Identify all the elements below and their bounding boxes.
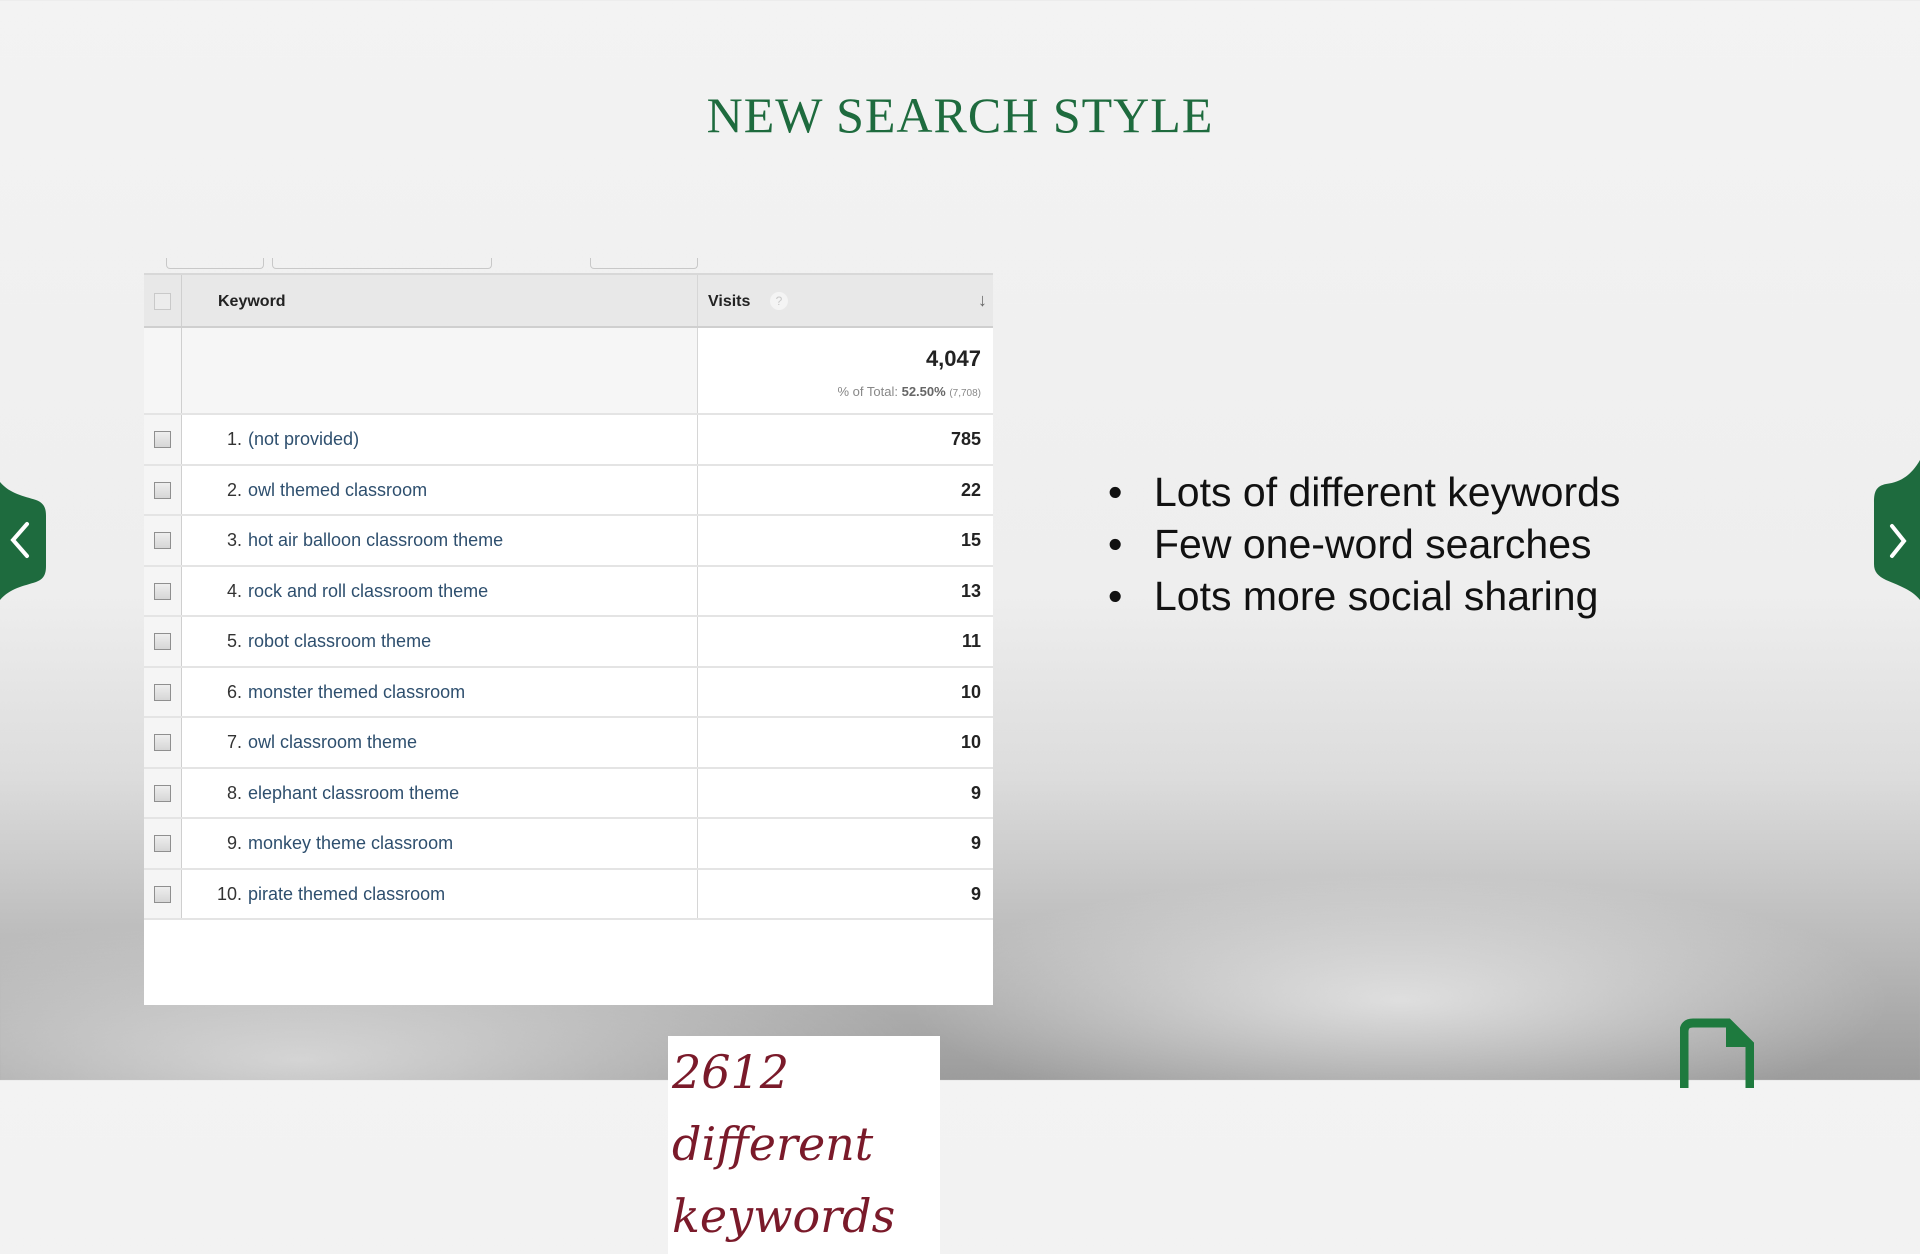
total-visits: 4,047 [925, 346, 981, 371]
visits-value: 15 [960, 530, 981, 550]
keyword-link[interactable]: hot air balloon classroom theme [248, 530, 503, 551]
document-icon[interactable] [1679, 1018, 1755, 1088]
handwritten-note: 2612 different keywords [668, 1036, 940, 1254]
table-row: 8. elephant classroom theme 9 [144, 768, 993, 819]
site-total: (7,708) [949, 388, 981, 399]
next-slide-button[interactable] [1864, 460, 1920, 600]
keyword-link[interactable]: monster themed classroom [248, 682, 465, 703]
table-row: 1. (not provided) 785 [144, 415, 993, 466]
percent-label: % of Total: [837, 384, 902, 399]
keyword-column-header[interactable]: Keyword [218, 293, 286, 311]
bullet-item: • Lots of different keywords [1108, 466, 1620, 518]
visits-value: 10 [960, 732, 981, 752]
tab-stub [272, 258, 492, 269]
row-checkbox[interactable] [154, 734, 171, 751]
chevron-right-icon [1874, 460, 1920, 600]
keyword-link[interactable]: pirate themed classroom [248, 884, 445, 905]
bullet-item: • Lots more social sharing [1108, 570, 1620, 622]
note-line: 2612 [672, 1045, 790, 1099]
row-checkbox[interactable] [154, 683, 171, 701]
table-row: 7. owl classroom theme 10 [144, 718, 993, 769]
row-checkbox[interactable] [154, 784, 171, 802]
table-row: 4. rock and roll classroom theme 13 [144, 566, 993, 617]
previous-slide-button[interactable] [0, 482, 46, 600]
visits-value: 10 [960, 681, 981, 702]
row-rank: 6. [226, 681, 242, 702]
tab-stub [166, 258, 264, 269]
percent-of-total: % of Total: 52.50% (7,708) [838, 384, 981, 399]
visits-value: 9 [970, 833, 981, 853]
keyword-link[interactable]: monkey theme classroom [248, 833, 453, 854]
row-rank: 1. [226, 429, 242, 449]
bullet-text: Few one-word searches [1154, 521, 1592, 567]
bullet-text: Lots of different keywords [1154, 469, 1621, 515]
row-checkbox[interactable] [154, 481, 171, 499]
keyword-link[interactable]: elephant classroom theme [248, 783, 459, 804]
bullet-marker: • [1108, 469, 1123, 515]
table-row: 6. monster themed classroom 10 [144, 667, 993, 718]
bullet-marker: • [1108, 521, 1123, 567]
keyword-link[interactable]: owl themed classroom [248, 480, 427, 501]
visits-value: 22 [960, 479, 981, 500]
row-checkbox[interactable] [154, 582, 171, 600]
row-rank: 8. [226, 782, 242, 803]
visits-value: 785 [950, 429, 981, 449]
slide-title: NEW SEARCH STYLE [706, 87, 1214, 143]
row-checkbox[interactable] [154, 431, 171, 448]
bullet-item: • Few one-word searches [1108, 518, 1620, 570]
row-rank: 5. [226, 631, 242, 651]
row-rank: 9. [226, 833, 242, 853]
table-row: 5. robot classroom theme 11 [144, 617, 993, 668]
table-row: 9. monkey theme classroom 9 [144, 819, 993, 870]
row-rank: 4. [226, 580, 242, 601]
visits-value: 9 [970, 782, 981, 803]
help-icon[interactable]: ? [770, 292, 788, 310]
table-header: Keyword Visits ? ↓ [144, 273, 993, 328]
row-rank: 3. [226, 530, 242, 550]
row-rank: 7. [226, 732, 242, 752]
keyword-link[interactable]: owl classroom theme [248, 732, 417, 753]
keyword-table: Keyword Visits ? ↓ 4,047 % of Total: 52.… [144, 273, 993, 1254]
keyword-link[interactable]: robot classroom theme [248, 631, 431, 652]
table-row: 2. owl themed classroom 22 [144, 465, 993, 516]
bullet-marker: • [1108, 573, 1123, 619]
note-line: keywords [672, 1189, 896, 1243]
percent-value: 52.50% [901, 384, 946, 399]
row-checkbox[interactable] [154, 835, 171, 852]
row-checkbox[interactable] [154, 532, 171, 549]
bullet-list: • Lots of different keywords • Few one-wor… [1108, 466, 1620, 622]
visits-value: 13 [960, 580, 981, 601]
row-rank: 2. [226, 479, 242, 500]
visits-column-header[interactable]: Visits [708, 293, 750, 311]
table-row: 10. pirate themed classroom 9 [144, 869, 993, 920]
visits-value: 11 [961, 631, 981, 651]
row-rank: 10. [216, 883, 242, 904]
keyword-link[interactable]: (not provided) [248, 429, 359, 450]
tab-stub [590, 258, 698, 269]
keyword-link[interactable]: rock and roll classroom theme [248, 581, 488, 602]
note-line: different [672, 1117, 874, 1171]
bullet-text: Lots more social sharing [1154, 573, 1599, 619]
chevron-left-icon [0, 482, 46, 600]
sort-descending-icon[interactable]: ↓ [978, 290, 987, 311]
row-checkbox[interactable] [154, 885, 171, 903]
select-all-checkbox[interactable] [154, 293, 171, 310]
visits-value: 9 [970, 883, 981, 904]
total-row: 4,047 % of Total: 52.50% (7,708) [144, 328, 993, 415]
row-checkbox[interactable] [154, 633, 171, 650]
table-row: 3. hot air balloon classroom theme 15 [144, 516, 993, 567]
